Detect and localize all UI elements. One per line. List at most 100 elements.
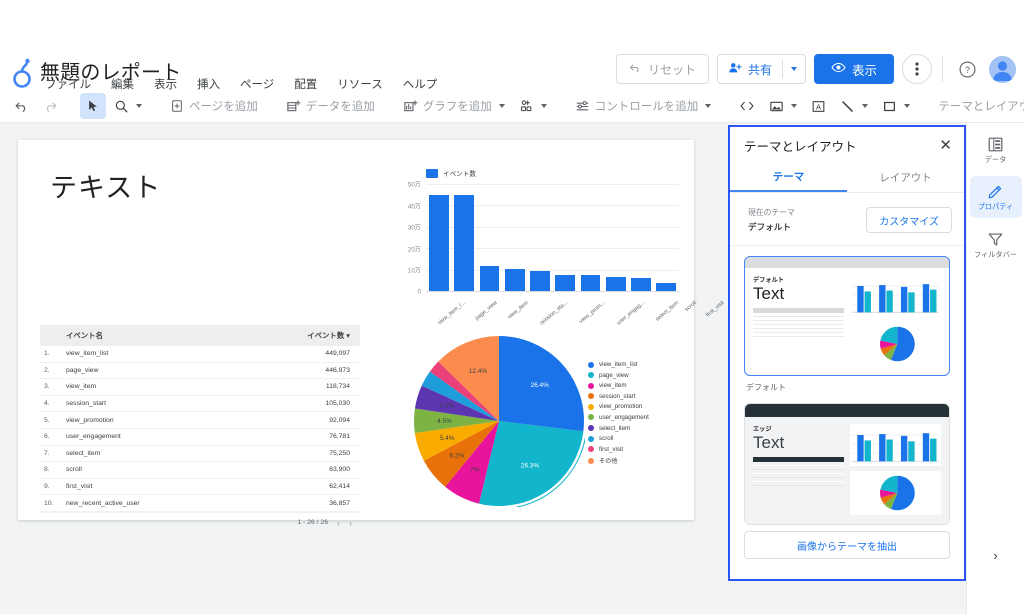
bar[interactable] [555, 274, 575, 291]
tab-layout[interactable]: レイアウト [847, 163, 964, 192]
bar[interactable] [454, 195, 474, 291]
extract-theme-from-image-button[interactable]: 画像からテーマを抽出 [744, 531, 950, 559]
chevron-left-icon[interactable]: ‹ [337, 518, 340, 528]
add-image-button[interactable] [763, 93, 803, 119]
bar[interactable] [530, 271, 550, 291]
table-row[interactable]: 7. select_item 75,250 [40, 445, 360, 463]
community-visualization-button[interactable] [513, 93, 553, 119]
add-control-button[interactable]: コントロールを追加 [569, 93, 718, 119]
reset-icon [629, 61, 642, 77]
line-caret-icon[interactable] [862, 104, 869, 108]
theme-preview-pie-chart-icon [880, 326, 915, 362]
share-button[interactable]: 共有 [716, 54, 806, 84]
tab-theme[interactable]: テーマ [730, 163, 847, 192]
bar[interactable] [429, 194, 449, 291]
add-text-button[interactable]: A [805, 93, 832, 119]
table-row[interactable]: 3. view_item 118,734 [40, 378, 360, 396]
table-row[interactable]: 1. view_item_list 449,097 [40, 346, 360, 363]
share-divider [781, 60, 783, 78]
community-viz-caret-icon[interactable] [540, 104, 547, 108]
add-data-button[interactable]: データを追加 [280, 93, 381, 119]
bar[interactable] [605, 277, 626, 291]
bar[interactable] [479, 265, 500, 291]
legend-item[interactable]: first_visit [588, 446, 649, 453]
report-page[interactable]: テキスト イベント名 イベント数 ▾ 1. view_item_list 449… [18, 140, 765, 528]
legend-color-dot [588, 393, 594, 400]
legend-item[interactable]: view_item_list [588, 361, 649, 368]
legend-item[interactable]: page_view [588, 372, 649, 379]
cell-index: 10. [40, 494, 62, 512]
cell-event-name: view_item_list [62, 346, 238, 363]
add-control-caret-icon[interactable] [705, 104, 712, 108]
svg-text:?: ? [964, 64, 969, 74]
y-axis-tick: 20万 [407, 246, 421, 254]
cell-index: 1. [40, 346, 62, 363]
legend-item[interactable]: view_item [588, 382, 649, 389]
pie-data-label: 26.4% [531, 382, 549, 389]
table-row[interactable]: 5. view_promotion 92,094 [40, 411, 360, 429]
add-chart-label: グラフを追加 [422, 101, 492, 113]
add-chart-button[interactable]: グラフを追加 [397, 93, 511, 119]
zoom-dropdown-caret-icon[interactable] [136, 104, 142, 108]
table-row[interactable]: 8. scroll 63,900 [40, 461, 360, 479]
avatar[interactable] [989, 55, 1016, 83]
col-event-name[interactable]: イベント名 [62, 325, 238, 346]
community-visualization-icon [520, 99, 532, 111]
table-row[interactable]: 2. page_view 446,973 [40, 362, 360, 380]
legend-item[interactable]: session_start [588, 393, 649, 400]
bar[interactable] [580, 274, 601, 291]
pie-data-label: 26.3% [521, 463, 539, 470]
share-dropdown-caret-icon[interactable] [790, 67, 797, 71]
expand-panel-chevron-right-icon[interactable]: › [967, 548, 1024, 563]
more-options-button[interactable] [902, 54, 932, 84]
cursor-arrow-icon [89, 100, 97, 112]
bar[interactable] [504, 268, 525, 291]
table-row[interactable]: 10. new_recent_active_user 36,857 [40, 494, 360, 512]
text-element[interactable]: テキスト [50, 166, 161, 205]
sort-descending-icon[interactable]: ▾ [346, 331, 350, 340]
legend-item[interactable]: scroll [588, 435, 649, 442]
legend-item[interactable]: view_promotion [588, 403, 649, 410]
theme-layout-button[interactable]: テーマとレイアウト [932, 93, 1024, 119]
add-page-button[interactable]: ページを追加 [164, 93, 264, 119]
add-line-button[interactable] [834, 93, 874, 119]
table-row[interactable]: 9. first_visit 62,414 [40, 478, 360, 496]
view-button[interactable]: 表示 [813, 54, 894, 84]
bar[interactable] [656, 283, 676, 291]
rail-item-properties[interactable]: プロパティ [969, 176, 1022, 218]
pie-chart-widget[interactable]: 26.4% 26.3% 7% 6.2% 5.4% 4.5% 4.4% 12.4% view_i… [413, 335, 693, 513]
legend-item[interactable]: select_item [588, 425, 649, 432]
theme-card-edge[interactable]: エッジ Text [744, 403, 950, 525]
legend-item[interactable]: user_engagement [588, 414, 649, 421]
zoom-tool-button[interactable] [108, 93, 148, 119]
select-tool-button[interactable] [80, 93, 106, 119]
theme-card-default[interactable]: デフォルト Text [744, 256, 950, 376]
events-table-widget[interactable]: イベント名 イベント数 ▾ 1. view_item_list 449,097 2. p… [40, 325, 360, 528]
close-icon[interactable]: ✕ [939, 138, 952, 153]
customize-button[interactable]: カスタマイズ [866, 207, 952, 233]
add-shape-button[interactable] [876, 93, 916, 119]
shape-caret-icon[interactable] [904, 104, 911, 108]
line-icon [842, 100, 854, 112]
cell-event-count: 449,097 [237, 346, 360, 363]
rail-item-filter-bar[interactable]: フィルタバー [970, 224, 1022, 265]
table-row[interactable]: 4. session_start 105,030 [40, 395, 360, 413]
help-button[interactable]: ? [953, 55, 981, 83]
theme-and-layout-panel[interactable]: テーマとレイアウト ✕ テーマ レイアウト 現在のテーマ デフォルト カスタマイ… [728, 125, 966, 581]
bar[interactable] [631, 277, 651, 291]
embed-code-button[interactable] [733, 93, 761, 119]
undo-button[interactable] [8, 93, 35, 119]
chevron-right-icon[interactable]: › [349, 518, 352, 528]
legend-item[interactable]: その他 [588, 456, 649, 465]
rail-item-data[interactable]: データ [970, 129, 1022, 170]
bar-chart-widget[interactable]: イベント数 0 10万 20万 30万 40万 50万 view_item_l... pag… [396, 168, 765, 327]
theme-preview-bar-chart-icon [850, 424, 941, 466]
image-caret-icon[interactable] [791, 104, 798, 108]
col-event-count[interactable]: イベント数 ▾ [237, 325, 360, 346]
redo-button[interactable] [37, 93, 64, 119]
cell-event-count: 118,734 [237, 378, 360, 396]
reset-button[interactable]: リセット [615, 54, 709, 84]
table-row[interactable]: 6. user_engagement 76,781 [40, 428, 360, 446]
pie-chart-graphic: 26.4% 26.3% 7% 6.2% 5.4% 4.5% 4.4% 12.4% [414, 336, 585, 507]
add-chart-caret-icon[interactable] [498, 104, 505, 108]
